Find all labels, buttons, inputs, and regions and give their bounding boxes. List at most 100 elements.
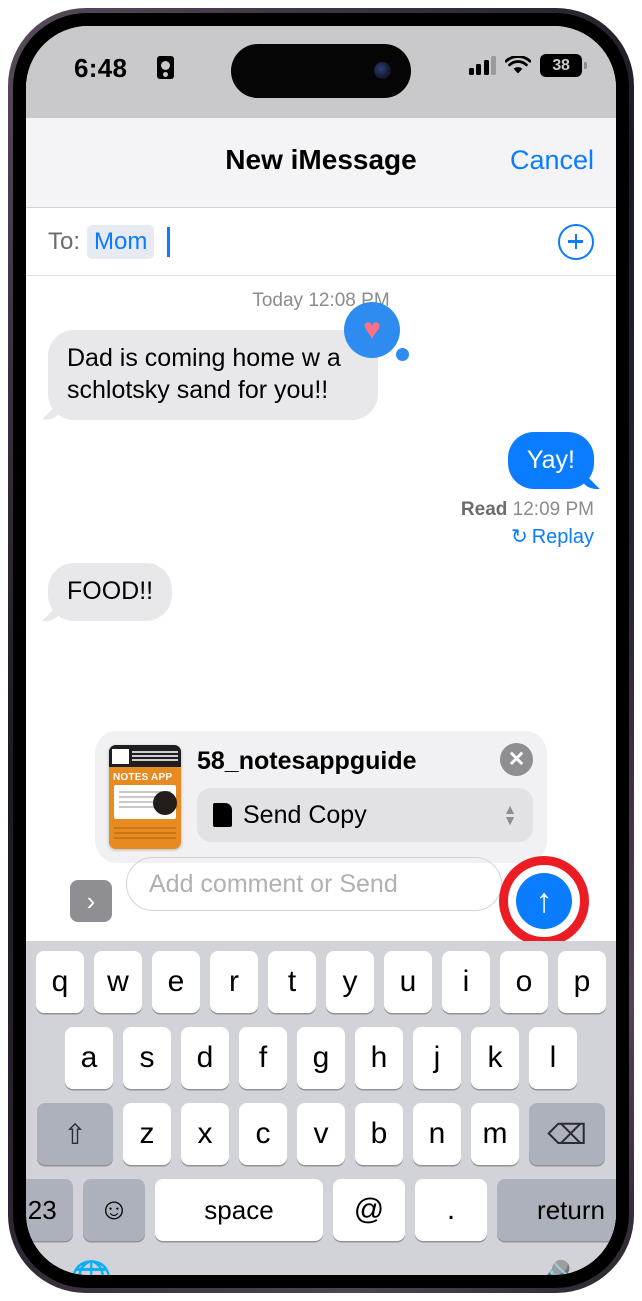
phone-screen: 6:48 38 New iMessage Cancel To: Mom Toda… bbox=[26, 26, 616, 1275]
key-t[interactable]: t bbox=[268, 951, 316, 1013]
heart-tapback-reaction[interactable]: ♥ bbox=[344, 302, 409, 361]
key-h[interactable]: h bbox=[355, 1027, 403, 1089]
keyboard-row-4: 123 ☺ space @ . return bbox=[26, 1179, 616, 1241]
status-bar: 6:48 38 bbox=[26, 26, 616, 118]
key-b[interactable]: b bbox=[355, 1103, 403, 1165]
space-key[interactable]: space bbox=[155, 1179, 323, 1241]
key-j[interactable]: j bbox=[413, 1027, 461, 1089]
replay-button[interactable]: ↻ Replay bbox=[48, 524, 594, 549]
status-bar-indicators: 38 bbox=[468, 54, 587, 77]
key-g[interactable]: g bbox=[297, 1027, 345, 1089]
battery-icon: 38 bbox=[540, 54, 587, 77]
message-row-incoming: Dad is coming home w a schlotsky sand fo… bbox=[48, 302, 594, 420]
status-bar-time: 6:48 bbox=[74, 53, 128, 83]
chevron-up-down-icon: ▲ ▼ bbox=[503, 801, 517, 828]
backspace-key[interactable]: ⌫ bbox=[529, 1103, 605, 1165]
send-button[interactable]: ↑ bbox=[516, 873, 572, 929]
message-row-incoming: FOOD!! bbox=[48, 563, 594, 621]
send-option-label: Send Copy bbox=[243, 800, 367, 829]
key-z[interactable]: z bbox=[123, 1103, 171, 1165]
message-input-bar: › Add comment or Send ↑ bbox=[48, 856, 594, 946]
cancel-button[interactable]: Cancel bbox=[510, 145, 594, 176]
wifi-icon bbox=[504, 54, 532, 76]
key-k[interactable]: k bbox=[471, 1027, 519, 1089]
shift-key[interactable]: ⇧ bbox=[37, 1103, 113, 1165]
period-key[interactable]: . bbox=[415, 1179, 487, 1241]
plus-circle-icon[interactable] bbox=[558, 223, 594, 260]
shift-up-arrow-icon: ⇧ bbox=[63, 1118, 87, 1150]
cellular-signal-icon bbox=[468, 56, 496, 75]
message-bubble-incoming[interactable]: Dad is coming home w a schlotsky sand fo… bbox=[48, 330, 378, 420]
id-card-icon bbox=[157, 56, 174, 79]
emoji-smiley-icon[interactable]: ☺ bbox=[83, 1179, 145, 1241]
replay-arrow-icon: ↻ bbox=[510, 526, 528, 549]
key-x[interactable]: x bbox=[181, 1103, 229, 1165]
message-bubble-incoming[interactable]: FOOD!! bbox=[48, 563, 173, 621]
keyboard-row-2: a s d f g h j k l bbox=[32, 1027, 610, 1089]
page-title: New iMessage bbox=[225, 144, 417, 175]
recipient-field[interactable]: To: Mom bbox=[26, 208, 616, 276]
key-r[interactable]: r bbox=[210, 951, 258, 1013]
to-label: To: bbox=[48, 227, 81, 255]
replay-label: Replay bbox=[531, 526, 594, 549]
key-p[interactable]: p bbox=[558, 951, 606, 1013]
heart-icon: ♥ bbox=[363, 313, 381, 346]
return-key[interactable]: return bbox=[497, 1179, 616, 1241]
key-a[interactable]: a bbox=[65, 1027, 113, 1089]
attachment-thumbnail: NOTES APP bbox=[109, 745, 181, 849]
thumbnail-seal-badge bbox=[153, 791, 177, 815]
key-v[interactable]: v bbox=[297, 1103, 345, 1165]
conversation-thread: Today 12:08 PM Dad is coming home w a sc… bbox=[26, 276, 616, 731]
numbers-key[interactable]: 123 bbox=[26, 1179, 73, 1241]
read-status-label: Read bbox=[460, 499, 508, 521]
chevron-right-icon[interactable]: › bbox=[70, 880, 112, 922]
read-time: 12:09 PM bbox=[512, 499, 594, 521]
key-y[interactable]: y bbox=[326, 951, 374, 1013]
keyboard-row-3: ⇧ z x c v b n m ⌫ bbox=[32, 1103, 610, 1165]
dynamic-island bbox=[231, 44, 411, 98]
attachment-file-name: 58_notesappguide bbox=[197, 747, 417, 775]
key-q[interactable]: q bbox=[36, 951, 84, 1013]
key-c[interactable]: c bbox=[239, 1103, 287, 1165]
key-w[interactable]: w bbox=[94, 951, 142, 1013]
at-key[interactable]: @ bbox=[333, 1179, 405, 1241]
keyboard-row-1: q w e r t y u i o p bbox=[32, 951, 610, 1013]
keyboard-bottom-bar: 🌐 🎤 bbox=[32, 1255, 610, 1275]
thumbnail-header bbox=[109, 745, 181, 767]
message-row-outgoing: Yay! bbox=[48, 431, 594, 490]
globe-language-icon[interactable]: 🌐 bbox=[70, 1259, 112, 1275]
send-option-select[interactable]: Send Copy ▲ ▼ bbox=[197, 788, 533, 842]
key-i[interactable]: i bbox=[442, 951, 490, 1013]
message-bubble-outgoing[interactable]: Yay! bbox=[507, 431, 594, 490]
thumbnail-footer bbox=[109, 819, 181, 847]
key-u[interactable]: u bbox=[384, 951, 432, 1013]
key-l[interactable]: l bbox=[529, 1027, 577, 1089]
backspace-delete-icon: ⌫ bbox=[547, 1118, 587, 1150]
message-input[interactable]: Add comment or Send bbox=[126, 857, 502, 911]
close-icon[interactable]: ✕ bbox=[500, 743, 533, 776]
key-m[interactable]: m bbox=[471, 1103, 519, 1165]
key-n[interactable]: n bbox=[413, 1103, 461, 1165]
document-icon bbox=[213, 803, 232, 827]
key-f[interactable]: f bbox=[239, 1027, 287, 1089]
attachment-details: 58_notesappguide Send Copy ▲ ▼ bbox=[197, 745, 533, 842]
key-s[interactable]: s bbox=[123, 1027, 171, 1089]
key-d[interactable]: d bbox=[181, 1027, 229, 1089]
front-camera-icon bbox=[374, 62, 391, 79]
thumbnail-title: NOTES APP bbox=[113, 772, 173, 783]
phone-bezel: 6:48 38 New iMessage Cancel To: Mom Toda… bbox=[13, 13, 629, 1288]
composer-area: NOTES APP 58_notesappguide Send Copy ▲▼ bbox=[26, 731, 616, 946]
key-o[interactable]: o bbox=[500, 951, 548, 1013]
text-caret bbox=[167, 226, 171, 257]
send-arrow-up-icon: ↑ bbox=[535, 882, 553, 920]
microphone-dictation-icon[interactable]: 🎤 bbox=[530, 1259, 572, 1275]
on-screen-keyboard: q w e r t y u i o p a s d f g h j k l ⇧ … bbox=[26, 941, 616, 1275]
attachment-card[interactable]: NOTES APP 58_notesappguide Send Copy ▲▼ bbox=[95, 731, 547, 863]
navigation-bar: New iMessage Cancel bbox=[26, 118, 616, 208]
send-button-wrapper: ↑ bbox=[499, 856, 589, 946]
key-e[interactable]: e bbox=[152, 951, 200, 1013]
recipient-chip-mom[interactable]: Mom bbox=[87, 224, 155, 259]
read-receipt: Read 12:09 PM bbox=[48, 499, 594, 521]
timestamp-divider: Today 12:08 PM bbox=[252, 290, 390, 311]
phone-frame: 6:48 38 New iMessage Cancel To: Mom Toda… bbox=[8, 8, 634, 1293]
